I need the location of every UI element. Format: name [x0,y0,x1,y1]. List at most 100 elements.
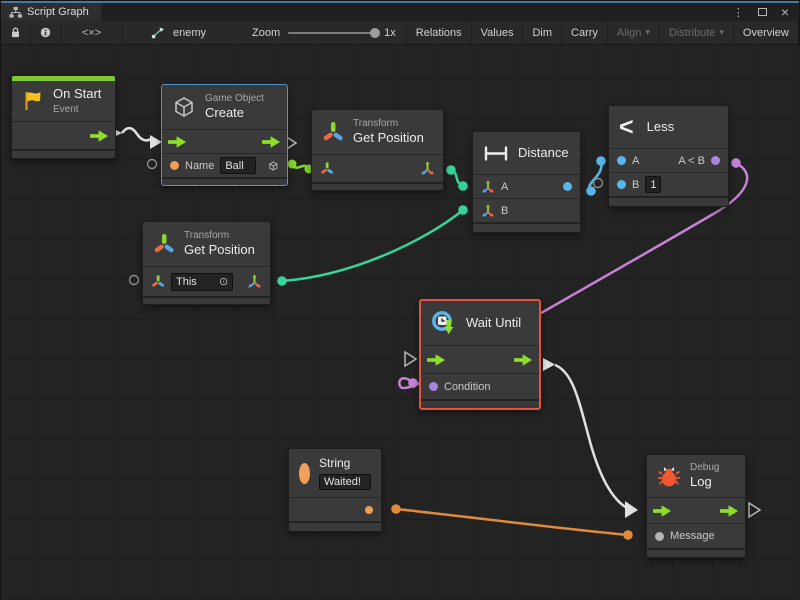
info-icon [40,26,51,39]
message-label: Message [670,530,715,542]
code-view-button[interactable]: <×> [61,21,123,44]
values-button[interactable]: Values [472,21,524,44]
transform-input-port[interactable] [151,274,165,289]
node-header: On Start Event [12,81,115,121]
node-string[interactable]: String [288,448,382,532]
flow-row [162,129,287,153]
chevron-down-icon: ▾ [645,27,650,38]
node-category: Transform [353,117,424,130]
name-field[interactable] [220,157,256,174]
node-header: Transform Get Position [312,110,443,154]
flow-in-port[interactable] [653,505,672,517]
lock-button[interactable] [1,21,31,44]
align-dropdown[interactable]: Align ▾ [608,21,660,44]
zoom-slider[interactable] [288,32,376,34]
bug-icon [657,464,681,488]
target-input[interactable] [176,276,216,288]
node-footer [312,182,443,190]
distance-icon [483,146,509,161]
wait-clock-icon [431,310,457,336]
code-view-icon: <×> [82,27,101,39]
condition-port[interactable] [429,382,438,391]
flow-out-port[interactable] [514,354,533,366]
node-title: Create [205,105,264,122]
graph-hierarchy-icon [9,6,22,19]
transform-icon [153,232,175,256]
overview-button[interactable]: Overview [734,21,799,44]
vector-output-port[interactable] [420,161,435,176]
tab-script-graph[interactable]: Script Graph [1,3,101,21]
unconnected-flow-triangle[interactable] [749,503,760,517]
node-less[interactable]: < Less A A < B B [608,105,729,207]
node-get-position-top[interactable]: Transform Get Position [311,109,444,191]
maximize-icon[interactable] [758,8,767,16]
wire-create-to-getposition [288,160,314,174]
object-picker-icon[interactable]: ⊙ [219,275,228,288]
condition-label: Condition [444,381,490,393]
port-label-b: B [632,179,639,191]
graph-canvas[interactable]: On Start Event Game Object Create [1,45,800,600]
node-header: String [289,449,381,497]
result-output-port[interactable] [711,156,720,165]
transform-input-port[interactable] [320,161,334,176]
b-input-port[interactable] [617,180,626,189]
name-port[interactable] [170,161,179,170]
chevron-down-icon: ▾ [719,27,724,38]
unconnected-port-circle[interactable] [130,276,139,285]
relations-button[interactable]: Relations [406,21,472,44]
port-label-b: B [501,205,508,217]
node-get-position-this[interactable]: Transform Get Position ⊙ [142,221,271,305]
unconnected-port-circle[interactable] [148,160,157,169]
flow-out-port[interactable] [262,136,281,148]
less-icon: < [619,115,634,140]
graph-name: enemy [173,27,206,39]
vector-output-port[interactable] [247,274,262,289]
flow-out-port[interactable] [90,130,109,142]
distribute-dropdown[interactable]: Distribute ▾ [660,21,734,44]
node-wait-until[interactable]: Wait Until Condition [419,299,541,410]
graph-breadcrumb[interactable]: enemy [141,21,216,44]
flow-in-port[interactable] [427,354,446,366]
node-header: Distance [473,132,580,174]
carry-button[interactable]: Carry [562,21,608,44]
unconnected-flow-triangle[interactable] [405,352,416,366]
target-field[interactable]: ⊙ [171,273,233,291]
tab-bar: Script Graph ⋮ × [1,3,799,21]
a-input-port[interactable] [617,156,626,165]
b-value-field[interactable] [645,176,661,193]
node-distance[interactable]: Distance A B [472,131,581,233]
gameobject-output-port[interactable] [268,158,279,174]
flow-in-port[interactable] [168,136,187,148]
node-footer [421,399,539,408]
vector-input-port[interactable] [481,204,495,218]
message-port[interactable] [655,532,664,541]
string-icon [299,463,310,484]
unconnected-port-circle[interactable] [594,179,603,188]
node-header: Transform Get Position [143,222,270,266]
node-footer [647,548,745,557]
window-menu-icon[interactable]: ⋮ [733,6,744,19]
transform-icon [322,120,344,144]
node-create[interactable]: Game Object Create Name [161,84,288,186]
flow-row [12,121,115,149]
vector-input-port[interactable] [481,180,495,194]
inspect-button[interactable] [31,21,61,44]
node-header: Game Object Create [162,85,287,129]
node-header: Wait Until [421,301,539,345]
string-value-field[interactable] [319,474,371,490]
align-label: Align [617,27,641,39]
close-icon[interactable]: × [781,4,789,20]
dim-button[interactable]: Dim [523,21,562,44]
flag-icon [22,90,44,112]
window-controls: ⋮ × [733,3,799,21]
lock-icon [10,26,21,39]
zoom-label: Zoom [252,27,280,39]
name-port-label: Name [185,160,214,172]
node-debug-log[interactable]: Debug Log Message [646,454,746,558]
zoom-slider-handle[interactable] [370,28,380,38]
wire-waituntil-to-log [543,358,638,518]
string-output-port[interactable] [365,506,373,514]
flow-out-port[interactable] [720,505,739,517]
distance-output-port[interactable] [563,182,572,191]
node-on-start[interactable]: On Start Event [11,75,116,159]
